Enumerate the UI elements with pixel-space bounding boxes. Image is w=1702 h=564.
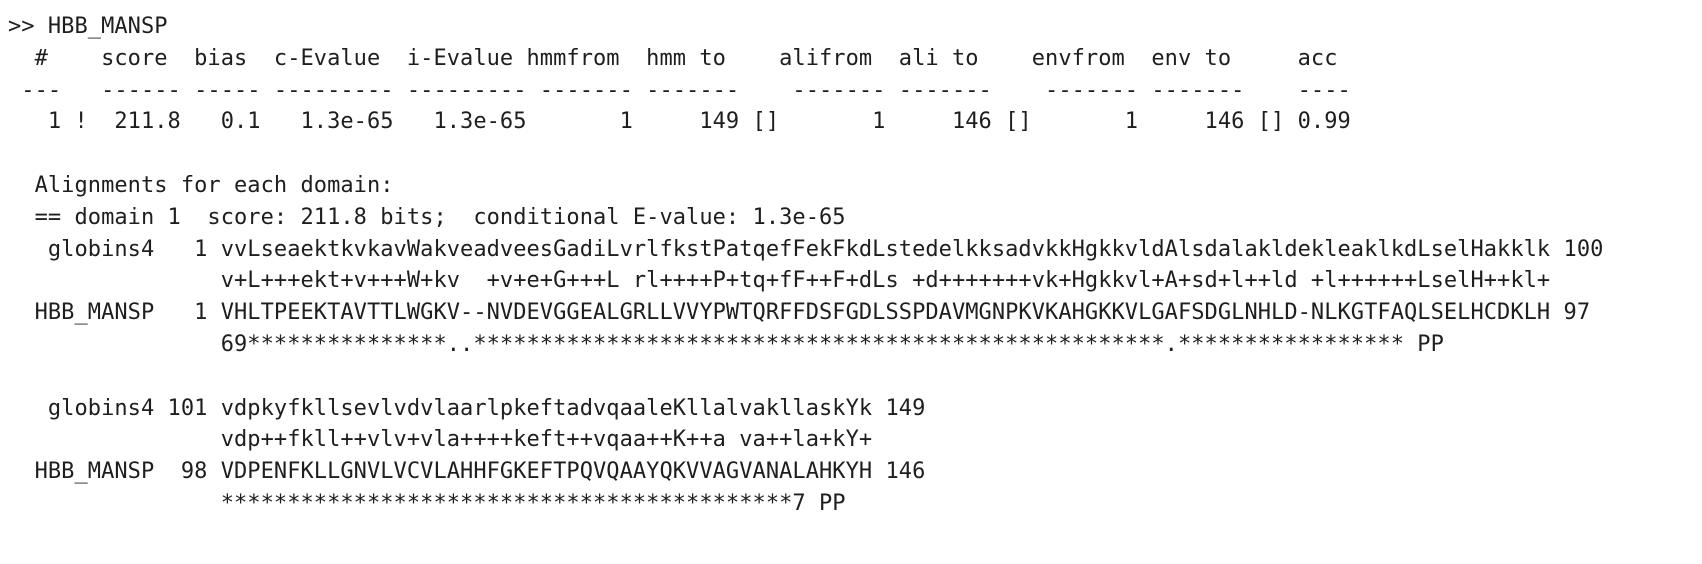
alignment-match-line: vdp++fkll++vlv+vla++++keft++vqaa++K++a v… [8,427,873,453]
domain-heading: == domain 1 score: 211.8 bits; condition… [8,204,846,230]
alignment-match-line: v+L+++ekt+v+++W+kv +v+e+G+++L rl++++P+tq… [8,268,1551,294]
alignment-model-line: globins4 1 vvLseaektkvkavWakveadveesGadi… [8,236,1604,262]
domain-table-rule: --- ------ ----- --------- --------- ---… [8,77,1351,103]
domain-table-row: 1 ! 211.8 0.1 1.3e-65 1.3e-65 1 149 [] 1… [8,109,1351,135]
alignment-target-line: HBB_MANSP 1 VHLTPEEKTAVTTLWGKV--NVDEVGGE… [8,300,1591,326]
domain-table-header: # score bias c-Evalue i-Evalue hmmfrom h… [8,45,1338,71]
alignment-pp-line: ****************************************… [8,490,846,516]
alignment-pp-line: 69***************..*********************… [8,331,1444,357]
hit-header: >> HBB_MANSP [8,14,168,39]
alignments-title: Alignments for each domain: [8,172,394,198]
hmmer-domain-report: >> HBB_MANSP # score bias c-Evalue i-Eva… [8,11,1698,520]
alignment-model-line: globins4 101 vdpkyfkllsevlvdvlaarlpkefta… [8,395,926,421]
alignment-target-line: HBB_MANSP 98 VDPENFKLLGNVLVCVLAHHFGKEFTP… [8,459,926,485]
